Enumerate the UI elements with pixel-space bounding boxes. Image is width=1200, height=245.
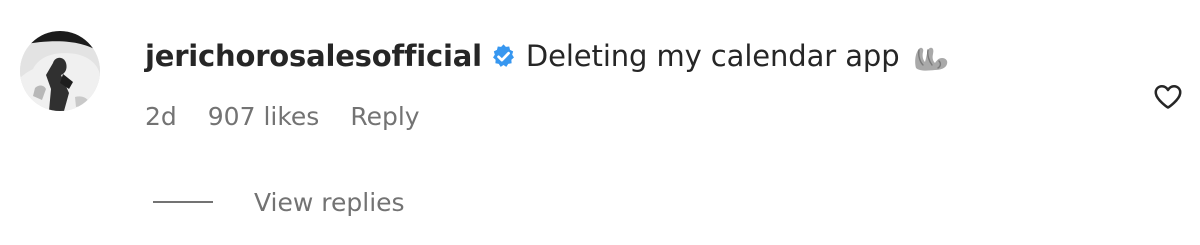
verified-icon: [490, 43, 517, 70]
comment-meta: 2d 907 likes Reply: [145, 98, 420, 134]
reply-button[interactable]: Reply: [350, 102, 419, 131]
username-link[interactable]: jerichorosalesofficial: [145, 34, 482, 78]
avatar[interactable]: [20, 31, 100, 111]
comment-item: jerichorosalesofficial Deleting my calen…: [0, 0, 1200, 245]
replies-divider: [153, 201, 213, 203]
comment-text: Deleting my calendar app: [525, 39, 900, 73]
comment-timestamp[interactable]: 2d: [145, 102, 177, 131]
heart-outline-icon: [1154, 85, 1182, 109]
view-replies-label: View replies: [254, 187, 405, 217]
waving-hand-emoji-icon: [912, 44, 950, 72]
like-button[interactable]: [1153, 82, 1183, 112]
likes-count[interactable]: 907 likes: [208, 102, 320, 131]
view-replies-button[interactable]: View replies: [153, 185, 405, 219]
profile-photo-icon: [20, 31, 100, 111]
comment-content: jerichorosalesofficial Deleting my calen…: [145, 34, 950, 78]
